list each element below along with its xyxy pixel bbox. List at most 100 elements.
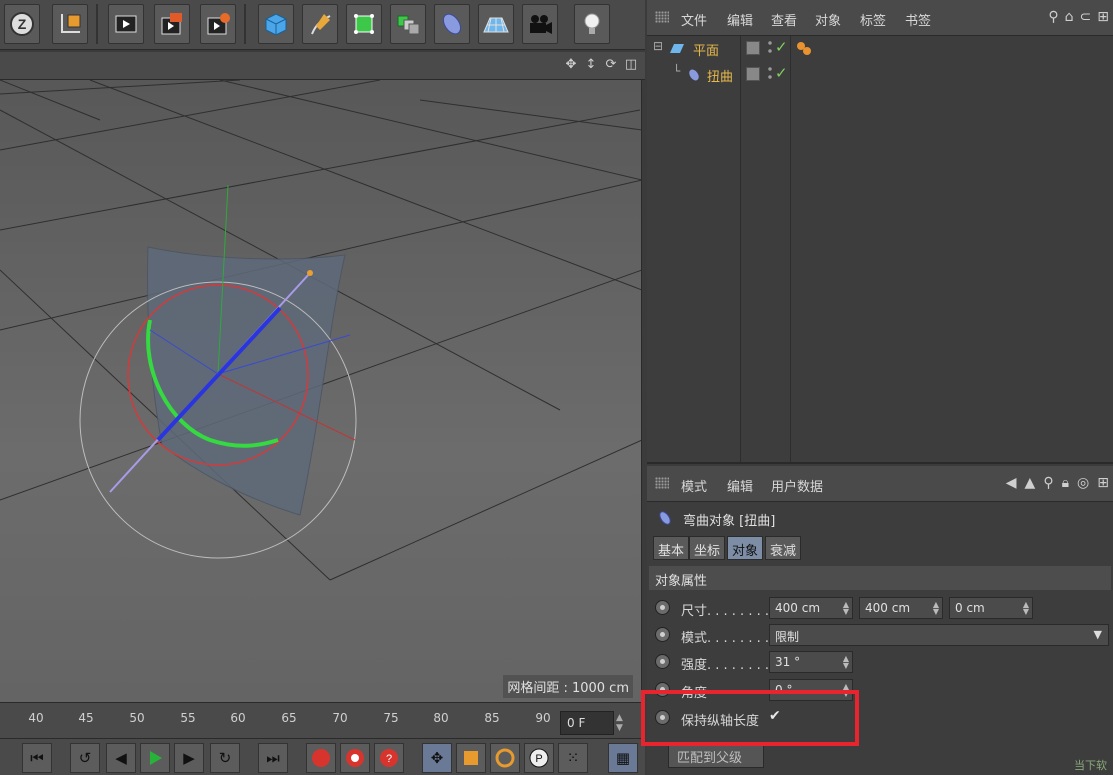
keyframe-selection-icon[interactable]: ? bbox=[374, 743, 404, 773]
spinner-icon[interactable]: ▲ ▼ bbox=[933, 601, 939, 616]
angle-field[interactable]: 0 ° ▲ ▼ bbox=[769, 679, 853, 701]
size-z-field[interactable]: 0 cm ▲ ▼ bbox=[949, 597, 1033, 619]
animate-radio-icon[interactable] bbox=[655, 654, 670, 669]
field-value: 0 cm bbox=[955, 601, 985, 615]
tab-object[interactable]: 对象 bbox=[727, 536, 764, 560]
spinner-icon[interactable]: ▲ ▼ bbox=[843, 601, 849, 616]
point-level-key-icon[interactable]: ⁙ bbox=[558, 743, 588, 773]
match-to-parent-button[interactable]: 匹配到父级 bbox=[668, 742, 764, 768]
prop-keep-axis-length: 保持纵轴长度 ✔ bbox=[647, 705, 1113, 731]
bend-deformer-icon bbox=[659, 511, 671, 525]
timeline-ruler[interactable]: 40 45 50 55 60 65 70 75 80 85 90 0 F ▲ ▼ bbox=[0, 702, 645, 738]
layer-flag-icon[interactable] bbox=[746, 41, 760, 55]
subdivision-surface-icon[interactable] bbox=[346, 4, 382, 44]
auto-keying-icon[interactable] bbox=[340, 743, 370, 773]
go-to-start-icon[interactable]: ⏮ bbox=[22, 743, 52, 773]
menu-edit[interactable]: 编辑 bbox=[727, 10, 753, 29]
home-icon[interactable]: ⌂ bbox=[1065, 9, 1074, 25]
target-icon[interactable]: ◎ bbox=[1077, 475, 1089, 491]
move-view-icon[interactable]: ✥ bbox=[563, 57, 579, 73]
render-view-icon[interactable] bbox=[108, 4, 144, 44]
grid-spacing-label: 网格间距 : 1000 cm bbox=[503, 675, 633, 698]
menu-file[interactable]: 文件 bbox=[681, 10, 707, 29]
animate-radio-icon[interactable] bbox=[655, 600, 670, 615]
tab-falloff[interactable]: 衰减 bbox=[765, 536, 802, 560]
scale-key-icon[interactable] bbox=[456, 743, 486, 773]
visibility-dots-icon[interactable] bbox=[766, 65, 774, 81]
go-to-end-icon[interactable]: ⏭ bbox=[258, 743, 288, 773]
zoom-view-icon[interactable]: ↕ bbox=[583, 57, 599, 73]
new-window-icon[interactable]: ⊞ bbox=[1097, 9, 1109, 25]
rotate-view-icon[interactable]: ⟳ bbox=[603, 57, 619, 73]
size-x-field[interactable]: 400 cm ▲ ▼ bbox=[769, 597, 853, 619]
parameter-key-icon[interactable]: P bbox=[524, 743, 554, 773]
menu-view[interactable]: 查看 bbox=[771, 10, 797, 29]
enabled-check-icon[interactable]: ✓ bbox=[775, 38, 788, 56]
array-icon[interactable] bbox=[390, 4, 426, 44]
rotation-key-icon[interactable] bbox=[490, 743, 520, 773]
spinner-icon[interactable]: ▲ ▼ bbox=[843, 655, 849, 670]
up-arrow-icon[interactable]: ▲ bbox=[1025, 475, 1036, 491]
object-row-twist[interactable]: └ 扭曲 ✓ bbox=[647, 62, 1113, 86]
record-keys-icon[interactable] bbox=[306, 743, 336, 773]
link-icon[interactable]: ⊂ bbox=[1080, 9, 1092, 25]
phong-tag-icon[interactable] bbox=[795, 40, 813, 56]
back-arrow-icon[interactable]: ◀ bbox=[1006, 475, 1017, 491]
world-coordinate-icon[interactable] bbox=[52, 4, 88, 44]
3d-viewport[interactable]: 网格间距 : 1000 cm bbox=[0, 80, 642, 702]
pen-spline-icon[interactable] bbox=[302, 4, 338, 44]
object-row-plane[interactable]: ⊟ 平面 ✓ bbox=[647, 36, 1113, 60]
cube-icon[interactable] bbox=[258, 4, 294, 44]
prop-size: 尺寸. . . . . . . . 400 cm ▲ ▼ 400 cm ▲ ▼ 0 cm… bbox=[647, 595, 1113, 621]
spinner-icon[interactable]: ▲ ▼ bbox=[843, 683, 849, 698]
play-icon[interactable] bbox=[140, 743, 170, 773]
deformer-bend-icon[interactable] bbox=[434, 4, 470, 44]
tick-label: 40 bbox=[28, 711, 44, 725]
layer-flag-icon[interactable] bbox=[746, 67, 760, 81]
animate-radio-icon[interactable] bbox=[655, 682, 670, 697]
light-bulb-icon[interactable] bbox=[574, 4, 610, 44]
camera-icon[interactable] bbox=[522, 4, 558, 44]
timeline-view-icon[interactable]: ▦ bbox=[608, 743, 638, 773]
tree-expand-icon[interactable]: ⊟ bbox=[653, 39, 663, 53]
previous-frame-icon[interactable]: ◀ bbox=[106, 743, 136, 773]
toggle-view-icon[interactable]: ◫ bbox=[623, 57, 639, 73]
previous-key-icon[interactable]: ↺ bbox=[70, 743, 100, 773]
floor-plane-icon[interactable] bbox=[478, 4, 514, 44]
enabled-check-icon[interactable]: ✓ bbox=[775, 64, 788, 82]
search-icon[interactable]: ⚲ bbox=[1048, 9, 1058, 25]
menu-edit[interactable]: 编辑 bbox=[727, 476, 753, 495]
object-name[interactable]: 扭曲 bbox=[707, 66, 733, 85]
menu-bookmarks[interactable]: 书签 bbox=[905, 10, 931, 29]
current-frame-field[interactable]: 0 F bbox=[560, 711, 614, 735]
render-to-picture-viewer-icon[interactable] bbox=[154, 4, 190, 44]
tick-label: 75 bbox=[383, 711, 399, 725]
frame-spinner-icon[interactable]: ▲ ▼ bbox=[616, 713, 623, 733]
z-axis-lock-icon[interactable]: Z bbox=[4, 4, 40, 44]
tab-basic[interactable]: 基本 bbox=[653, 536, 690, 560]
position-key-icon[interactable]: ✥ bbox=[422, 743, 452, 773]
mode-dropdown[interactable]: 限制 ▼ bbox=[769, 624, 1109, 646]
strength-field[interactable]: 31 ° ▲ ▼ bbox=[769, 651, 853, 673]
animate-radio-icon[interactable] bbox=[655, 627, 670, 642]
keep-length-checkbox[interactable]: ✔ bbox=[769, 708, 781, 724]
search-icon[interactable]: ⚲ bbox=[1043, 475, 1053, 491]
animate-radio-icon[interactable] bbox=[655, 710, 670, 725]
tab-coordinates[interactable]: 坐标 bbox=[689, 536, 726, 560]
watermark-logo: 当下软 bbox=[1074, 759, 1107, 772]
menu-tags[interactable]: 标签 bbox=[860, 10, 886, 29]
visibility-dots-icon[interactable] bbox=[766, 39, 774, 55]
object-manager-menubar: 文件 编辑 查看 对象 标签 书签 ⚲ ⌂ ⊂ ⊞ bbox=[647, 0, 1113, 36]
menu-mode[interactable]: 模式 bbox=[681, 476, 707, 495]
spinner-icon[interactable]: ▲ ▼ bbox=[1023, 601, 1029, 616]
lock-icon[interactable]: 🔒︎ bbox=[1062, 475, 1069, 491]
menu-objects[interactable]: 对象 bbox=[815, 10, 841, 29]
menu-user-data[interactable]: 用户数据 bbox=[771, 476, 823, 495]
next-key-icon[interactable]: ↻ bbox=[210, 743, 240, 773]
next-frame-icon[interactable]: ▶ bbox=[174, 743, 204, 773]
attribute-manager-panel: 弯曲对象 [扭曲] 基本 坐标 对象 衰减 对象属性 尺寸. . . . . .… bbox=[647, 502, 1113, 775]
object-name[interactable]: 平面 bbox=[693, 40, 719, 59]
render-settings-icon[interactable] bbox=[200, 4, 236, 44]
new-window-icon[interactable]: ⊞ bbox=[1097, 475, 1109, 491]
size-y-field[interactable]: 400 cm ▲ ▼ bbox=[859, 597, 943, 619]
